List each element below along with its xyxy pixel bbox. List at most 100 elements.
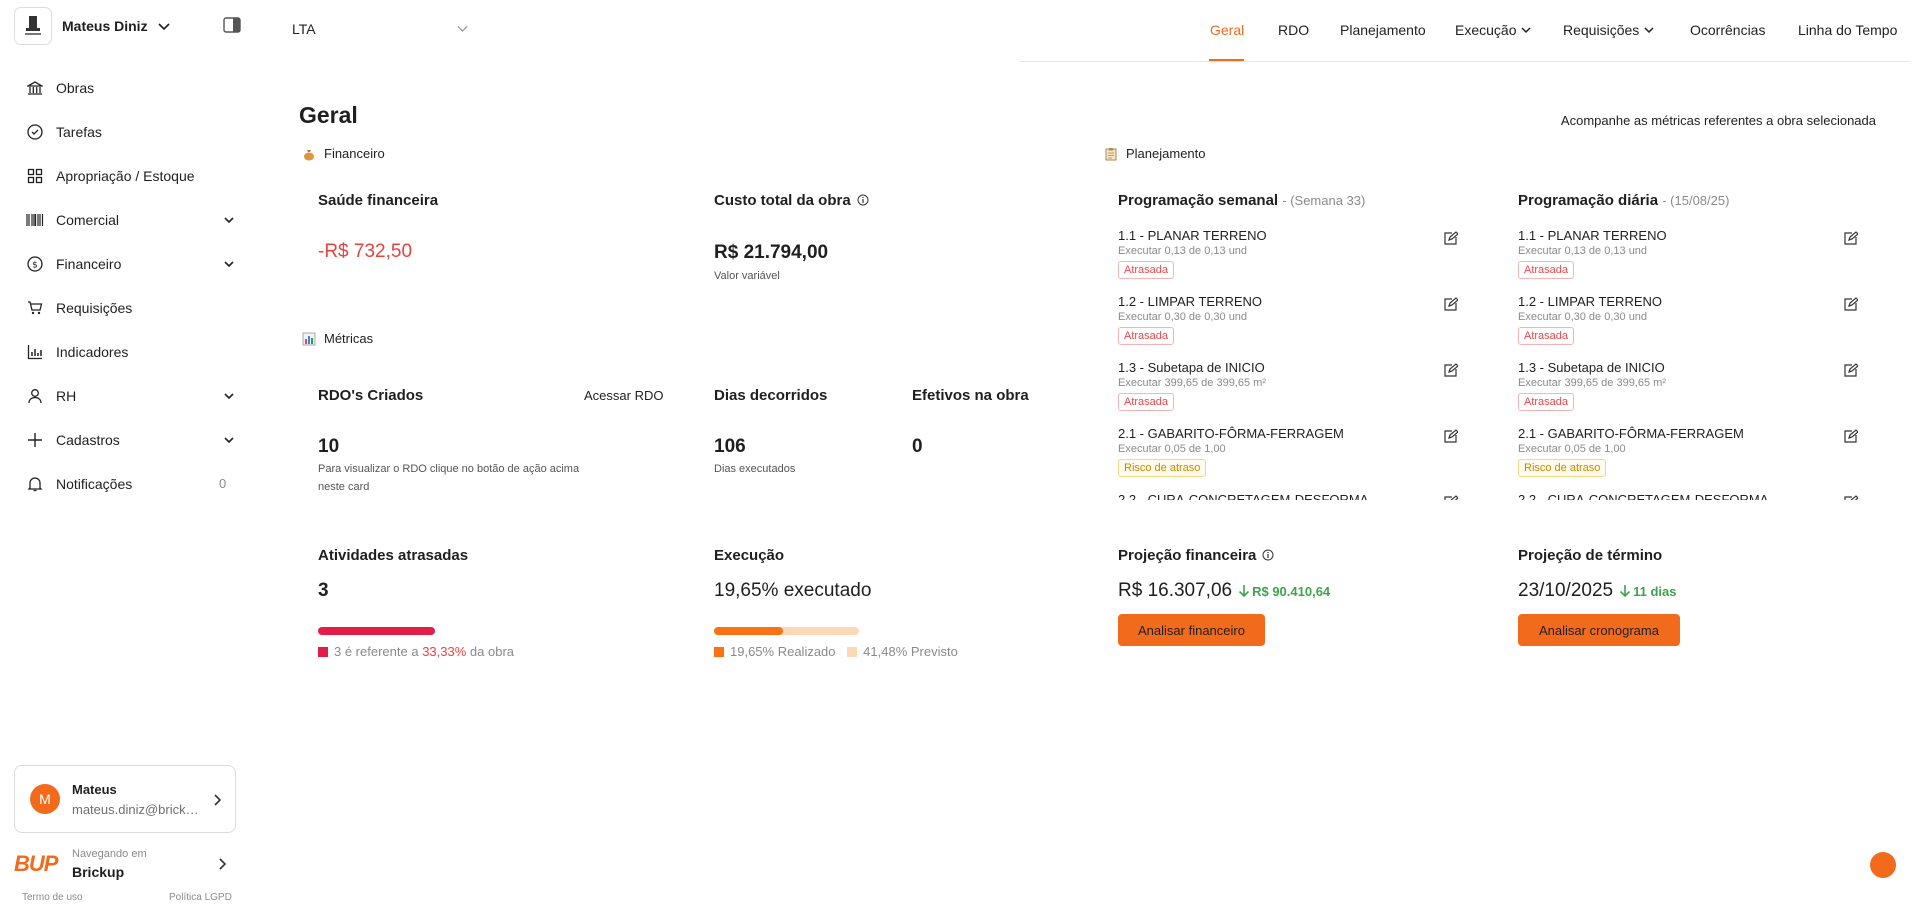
schedule-item: 1.1 - PLANAR TERRENO Executar 0,13 de 0,1… xyxy=(1118,228,1458,294)
schedule-item-name: 1.3 - Subetapa de INICIO xyxy=(1518,360,1665,375)
sidebar-item-tarefas[interactable]: Tarefas xyxy=(0,110,244,154)
user-card[interactable]: M Mateus mateus.diniz@brickup.com.br xyxy=(14,765,236,833)
schedule-item: 1.3 - Subetapa de INICIO Executar 399,65 … xyxy=(1518,360,1858,426)
tab-ocorrencias[interactable]: Ocorrências xyxy=(1690,22,1765,38)
sidebar-item-cadastros[interactable]: Cadastros xyxy=(0,418,244,462)
sidebar-item-rh[interactable]: RH xyxy=(0,374,244,418)
navigating-label: Navegando em xyxy=(72,848,147,860)
schedule-item-name: 2.2 - CURA-CONCRETAGEM-DESFORMA xyxy=(1118,492,1369,500)
terms-link[interactable]: Termo de uso xyxy=(22,892,83,903)
edit-icon[interactable] xyxy=(1443,495,1458,500)
semanal-title: Programação semanal - (Semana 33) xyxy=(1118,192,1365,209)
sidebar-item-comercial[interactable]: Comercial xyxy=(0,198,244,242)
sidebar-item-label: Financeiro xyxy=(56,256,122,272)
privacy-link[interactable]: Política LGPD xyxy=(169,892,232,903)
edit-icon[interactable] xyxy=(1843,297,1858,312)
sidebar-item-obras[interactable]: Obras xyxy=(0,66,244,110)
acessar-rdo-link[interactable]: Acessar RDO xyxy=(584,388,663,403)
custo-value: R$ 21.794,00 xyxy=(714,242,829,263)
tab-execucao[interactable]: Execução xyxy=(1455,22,1532,38)
section-label: Financeiro xyxy=(324,146,385,161)
status-badge: Atrasada xyxy=(1518,393,1575,411)
tab-geral[interactable]: Geral xyxy=(1210,22,1244,38)
sidebar-nav: Obras Tarefas Apropriação / Estoque Come… xyxy=(0,66,244,506)
chevron-down-icon xyxy=(158,23,170,31)
semanal-title-text: Programação semanal xyxy=(1118,192,1279,209)
cart-icon xyxy=(26,299,44,317)
workspace-switcher[interactable]: Mateus Diniz xyxy=(14,7,172,45)
sidebar-item-apropriacao[interactable]: Apropriação / Estoque xyxy=(0,154,244,198)
edit-icon[interactable] xyxy=(1443,231,1458,246)
obra-select-value: LTA xyxy=(292,21,316,37)
sidebar-item-label: Tarefas xyxy=(56,124,102,140)
dias-title: Dias decorridos xyxy=(714,387,828,404)
sidebar-item-notificacoes[interactable]: Notificações 0 xyxy=(0,462,244,506)
analisar-financeiro-button[interactable]: Analisar financeiro xyxy=(1118,614,1265,646)
edit-icon[interactable] xyxy=(1843,363,1858,378)
schedule-item-desc: Executar 0,13 de 0,13 und xyxy=(1518,245,1648,257)
legend-swatch xyxy=(318,647,328,657)
saude-title: Saúde financeira xyxy=(318,192,439,209)
status-badge: Atrasada xyxy=(1118,393,1175,411)
sidebar-item-label: Requisições xyxy=(56,300,133,316)
sidebar-item-label: Indicadores xyxy=(56,344,129,360)
projecao-termino-row: 23/10/2025 11 dias xyxy=(1518,580,1676,602)
projecao-financeira-title: Projeção financeira xyxy=(1118,547,1274,564)
sidebar-toggle-icon[interactable] xyxy=(223,17,241,33)
diaria-sub: - (15/08/25) xyxy=(1662,193,1730,208)
atrasadas-progress-bar xyxy=(318,627,435,635)
legend-swatch-realizado xyxy=(714,647,724,657)
info-icon[interactable] xyxy=(1262,549,1274,561)
sidebar-item-label: RH xyxy=(56,388,77,404)
info-icon[interactable] xyxy=(857,194,869,206)
chevron-down-icon xyxy=(224,393,234,400)
legend-pct: 33,33% xyxy=(422,644,467,659)
schedule-item: 2.2 - CURA-CONCRETAGEM-DESFORMA xyxy=(1518,492,1858,500)
programacao-semanal-list[interactable]: 1.1 - PLANAR TERRENO Executar 0,13 de 0,1… xyxy=(1118,228,1458,500)
efetivos-value: 0 xyxy=(912,436,923,457)
chart-icon xyxy=(302,332,316,345)
custo-title-text: Custo total da obra xyxy=(714,192,851,209)
obra-select[interactable]: LTA xyxy=(292,18,472,40)
tab-linha-do-tempo[interactable]: Linha do Tempo xyxy=(1798,22,1897,38)
rdo-note-2: neste card xyxy=(318,481,370,493)
custo-note: Valor variável xyxy=(714,270,780,282)
edit-icon[interactable] xyxy=(1443,429,1458,444)
projecao-termino-title: Projeção de término xyxy=(1518,547,1663,564)
semanal-sub: - (Semana 33) xyxy=(1282,193,1366,208)
tab-requisicoes[interactable]: Requisições xyxy=(1563,22,1655,38)
edit-icon[interactable] xyxy=(1843,429,1858,444)
sidebar-item-label: Apropriação / Estoque xyxy=(56,168,195,184)
programacao-diaria-list[interactable]: 1.1 - PLANAR TERRENO Executar 0,13 de 0,1… xyxy=(1518,228,1858,500)
plus-icon xyxy=(26,431,44,449)
chat-widget-button[interactable] xyxy=(1870,852,1896,878)
schedule-item: 1.2 - LIMPAR TERRENO Executar 0,30 de 0,3… xyxy=(1118,294,1458,360)
schedule-item: 2.1 - GABARITO-FÔRMA-FERRAGEM Executar 0,… xyxy=(1118,426,1458,492)
analisar-cronograma-button[interactable]: Analisar cronograma xyxy=(1518,614,1680,646)
chevron-down-icon xyxy=(457,26,468,32)
notification-count: 0 xyxy=(219,476,227,491)
efetivos-title: Efetivos na obra xyxy=(912,387,1029,404)
schedule-item-name: 2.1 - GABARITO-FÔRMA-FERRAGEM xyxy=(1518,426,1744,441)
legend-previsto: 41,48% Previsto xyxy=(863,644,958,659)
brand-switcher[interactable]: BUP Navegando em Brickup xyxy=(14,844,236,884)
sidebar-item-requisicoes[interactable]: Requisições xyxy=(0,286,244,330)
tab-planejamento[interactable]: Planejamento xyxy=(1340,22,1426,38)
arrow-down-icon xyxy=(1239,585,1250,598)
schedule-item-name: 1.1 - PLANAR TERRENO xyxy=(1518,228,1667,243)
edit-icon[interactable] xyxy=(1843,231,1858,246)
dias-value: 106 xyxy=(714,436,746,457)
atrasadas-value: 3 xyxy=(318,580,329,601)
status-badge: Atrasada xyxy=(1518,327,1575,345)
barcode-icon xyxy=(26,211,44,229)
projecao-financeira-value: R$ 16.307,06 xyxy=(1118,580,1233,601)
edit-icon[interactable] xyxy=(1443,363,1458,378)
edit-icon[interactable] xyxy=(1443,297,1458,312)
sidebar-item-indicadores[interactable]: Indicadores xyxy=(0,330,244,374)
section-label: Planejamento xyxy=(1126,146,1206,161)
schedule-item-name: 2.1 - GABARITO-FÔRMA-FERRAGEM xyxy=(1118,426,1344,441)
tab-rdo[interactable]: RDO xyxy=(1278,22,1309,38)
edit-icon[interactable] xyxy=(1843,495,1858,500)
tab-label: Requisições xyxy=(1563,22,1640,38)
sidebar-item-financeiro[interactable]: $ Financeiro xyxy=(0,242,244,286)
